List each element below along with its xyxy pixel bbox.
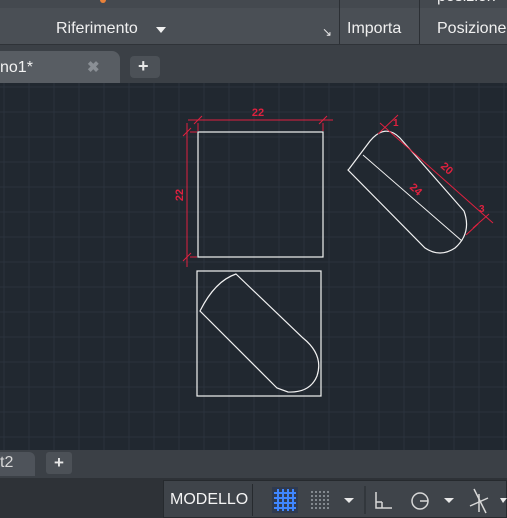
dimension-small-text: 1 — [393, 118, 399, 129]
add-layout-button[interactable]: + — [46, 452, 72, 474]
panel-title-importa[interactable]: Importa — [347, 20, 401, 38]
status-icons — [272, 486, 507, 514]
drawing-canvas[interactable]: 22 22 1 20 24 3 — [0, 83, 507, 450]
panel-title-posizione[interactable]: Posizione — [437, 20, 506, 38]
snap-dots-icon[interactable] — [311, 491, 329, 509]
chevron-down-icon[interactable] — [344, 498, 354, 503]
close-icon[interactable]: ✖ — [87, 58, 100, 76]
dimension-end-text: 3 — [479, 204, 485, 215]
ribbon-button-label-fragment[interactable]: posizion — [437, 0, 496, 6]
dimension-top-text: 22 — [252, 107, 264, 119]
layout-tab-label: t2 — [0, 454, 14, 471]
chevron-down-icon[interactable] — [444, 498, 454, 503]
ortho-icon[interactable] — [375, 492, 392, 509]
plus-icon: + — [138, 56, 149, 76]
ribbon-top-strip — [0, 0, 507, 8]
panel-launcher-icon[interactable]: ↘ — [322, 25, 332, 39]
file-tab-label: no1* — [0, 59, 33, 76]
isometric-drafting-icon[interactable] — [469, 488, 489, 514]
panel-title-riferimento[interactable]: Riferimento — [56, 20, 138, 38]
grid-icon[interactable] — [272, 487, 298, 513]
chevron-down-icon[interactable] — [500, 498, 507, 503]
layout-tab-bar — [0, 450, 507, 478]
dimension-left-text: 22 — [174, 189, 186, 201]
polar-tracking-icon[interactable] — [411, 492, 429, 510]
ribbon-separator — [419, 0, 420, 44]
chevron-down-icon[interactable] — [156, 27, 166, 33]
ribbon-separator — [339, 0, 340, 44]
model-space-button[interactable]: MODELLO — [166, 484, 254, 516]
